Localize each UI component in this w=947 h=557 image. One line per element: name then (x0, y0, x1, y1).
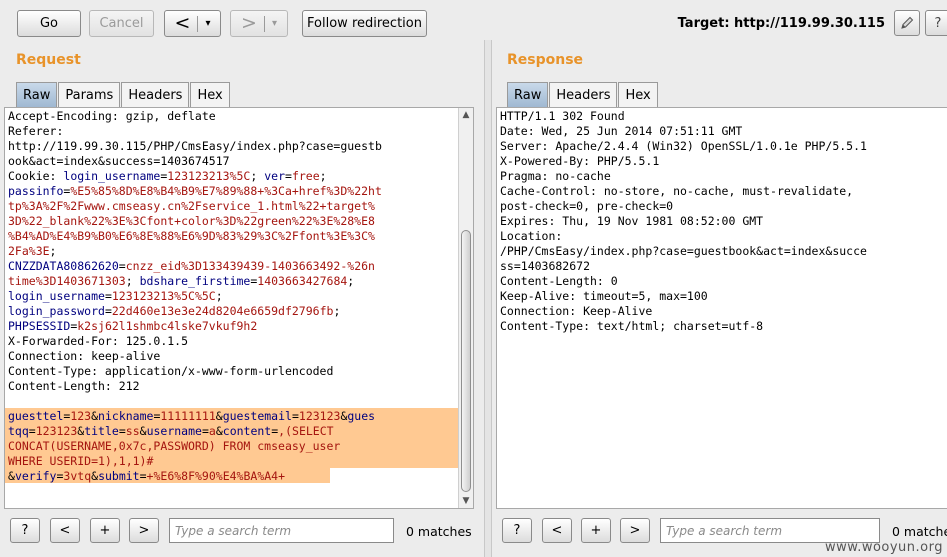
request-search-input[interactable] (169, 518, 394, 543)
response-line: Content-Type: text/html; charset=utf-8 (500, 319, 764, 333)
request-line: login_password=22d460e13e3e24d8204e6659d… (8, 304, 341, 318)
request-line: 2Fa%3E; (8, 244, 57, 258)
request-search-help-button[interactable]: ? (10, 518, 40, 543)
forward-button[interactable]: > ▾ (230, 10, 288, 37)
split-divider[interactable] (484, 40, 492, 557)
request-line: WHERE USERID=1),1,1)# (8, 454, 154, 468)
response-search-add-button[interactable]: + (581, 518, 611, 543)
help-button[interactable]: ? (925, 10, 947, 36)
request-line (8, 394, 382, 409)
request-line: %B4%AD%E4%B9%B0%E6%8E%88%E6%9D%83%29%3C%… (8, 229, 375, 243)
response-line: ss=1403682672 (500, 259, 591, 273)
request-tab-raw[interactable]: Raw (16, 82, 58, 107)
request-match-count: 0 matches (406, 524, 472, 539)
response-line: Date: Wed, 25 Jun 2014 07:51:11 GMT (500, 124, 743, 138)
edit-target-button[interactable] (894, 10, 920, 36)
response-line: X-Powered-By: PHP/5.5.1 (500, 154, 660, 168)
request-line: X-Forwarded-For: 125.0.1.5 (8, 334, 189, 348)
request-line: passinfo=%E5%85%8D%E8%B4%B9%E7%89%88+%3C… (8, 184, 382, 198)
request-line: Accept-Encoding: gzip, deflate (8, 109, 216, 123)
request-title: Request (16, 52, 81, 68)
scroll-thumb[interactable] (461, 230, 471, 492)
request-line: CONCAT(USERNAME,0x7c,PASSWORD) FROM cmse… (8, 439, 341, 453)
go-button[interactable]: Go (17, 10, 81, 37)
request-line: http://119.99.30.115/PHP/CmsEasy/index.p… (8, 139, 382, 153)
response-tab-hex[interactable]: Hex (618, 82, 658, 107)
forward-dropdown-icon[interactable]: ▾ (272, 18, 277, 29)
request-text: Accept-Encoding: gzip, deflate Referer: ht… (8, 109, 382, 484)
response-search-next-button[interactable]: > (620, 518, 650, 543)
request-line: tp%3A%2F%2Fwww.cmseasy.cn%2Fservice_1.ht… (8, 199, 375, 213)
cancel-button[interactable]: Cancel (89, 10, 154, 37)
response-match-count: 0 matche (892, 524, 947, 539)
request-line: tqq=123123&title=ss&username=a&content=,… (8, 424, 334, 438)
scroll-up-icon[interactable]: ▲ (459, 108, 473, 122)
back-arrow-icon: < (174, 12, 191, 34)
forward-arrow-icon: > (241, 12, 257, 34)
response-tabs: Raw Headers Hex (507, 82, 659, 107)
response-line: Location: (500, 229, 563, 243)
pencil-icon (901, 16, 914, 29)
help-icon: ? (934, 15, 942, 31)
response-tab-raw[interactable]: Raw (507, 82, 549, 107)
request-line: CNZZDATA80862620=cnzz_eid%3D133439439-14… (8, 259, 375, 273)
request-line: PHPSESSID=k2sj62l1shmbc4lske7vkuf9h2 (8, 319, 258, 333)
response-search-prev-button[interactable]: < (542, 518, 572, 543)
watermark: www.wooyun.org (824, 540, 943, 555)
back-dropdown-icon[interactable]: ▾ (205, 18, 210, 29)
scroll-down-icon[interactable]: ▼ (459, 494, 473, 508)
response-title: Response (507, 52, 584, 68)
request-editor[interactable]: Accept-Encoding: gzip, deflate Referer: ht… (4, 107, 474, 509)
response-line: HTTP/1.1 302 Found (500, 109, 625, 123)
request-line: ook&act=index&success=1403674517 (8, 154, 230, 168)
response-tab-headers[interactable]: Headers (549, 82, 618, 107)
request-line: Connection: keep-alive (8, 349, 161, 363)
request-line: login_username=123123213%5C%5C; (8, 289, 223, 303)
request-line: 3D%22_blank%22%3E%3Cfont+color%3D%22gree… (8, 214, 375, 228)
follow-redirection-button[interactable]: Follow redirection (302, 10, 427, 37)
response-line: Server: Apache/2.4.4 (Win32) OpenSSL/1.0… (500, 139, 867, 153)
response-line: post-check=0, pre-check=0 (500, 199, 674, 213)
response-line: /PHP/CmsEasy/index.php?case=guestbook&ac… (500, 244, 867, 258)
request-search-next-button[interactable]: > (129, 518, 159, 543)
response-text: HTTP/1.1 302 Found Date: Wed, 25 Jun 2014… (500, 109, 867, 334)
response-line: Pragma: no-cache (500, 169, 611, 183)
request-line: Content-Length: 212 (8, 379, 140, 393)
response-line: Expires: Thu, 19 Nov 1981 08:52:00 GMT (500, 214, 764, 228)
request-line: &verify=3vtq&submit=+%E6%8F%90%E4%BA%A4+ (8, 469, 286, 483)
response-line: Connection: Keep-Alive (500, 304, 653, 318)
request-search-add-button[interactable]: + (90, 518, 120, 543)
request-line: Content-Type: application/x-www-form-url… (8, 364, 334, 378)
response-line: Content-Length: 0 (500, 274, 618, 288)
response-line: Cache-Control: no-store, no-cache, must-… (500, 184, 854, 198)
target-label: Target: http://119.99.30.115 (677, 16, 885, 31)
back-button[interactable]: < ▾ (164, 10, 221, 37)
request-line: guesttel=123&nickname=11111111&guestemai… (8, 409, 376, 423)
request-tab-params[interactable]: Params (58, 82, 121, 107)
request-tab-headers[interactable]: Headers (121, 82, 190, 107)
request-scrollbar[interactable]: ▲ ▼ (458, 108, 473, 508)
request-tabs: Raw Params Headers Hex (16, 82, 231, 107)
request-search-prev-button[interactable]: < (50, 518, 80, 543)
request-line: Cookie: login_username=123123213%5C; ver… (8, 169, 327, 183)
request-line: Referer: (8, 124, 64, 138)
response-search-help-button[interactable]: ? (502, 518, 532, 543)
response-line: Keep-Alive: timeout=5, max=100 (500, 289, 708, 303)
request-tab-hex[interactable]: Hex (190, 82, 230, 107)
request-line: time%3D1403671303; bdshare_firstime=1403… (8, 274, 355, 288)
response-editor[interactable]: HTTP/1.1 302 Found Date: Wed, 25 Jun 2014… (496, 107, 947, 509)
